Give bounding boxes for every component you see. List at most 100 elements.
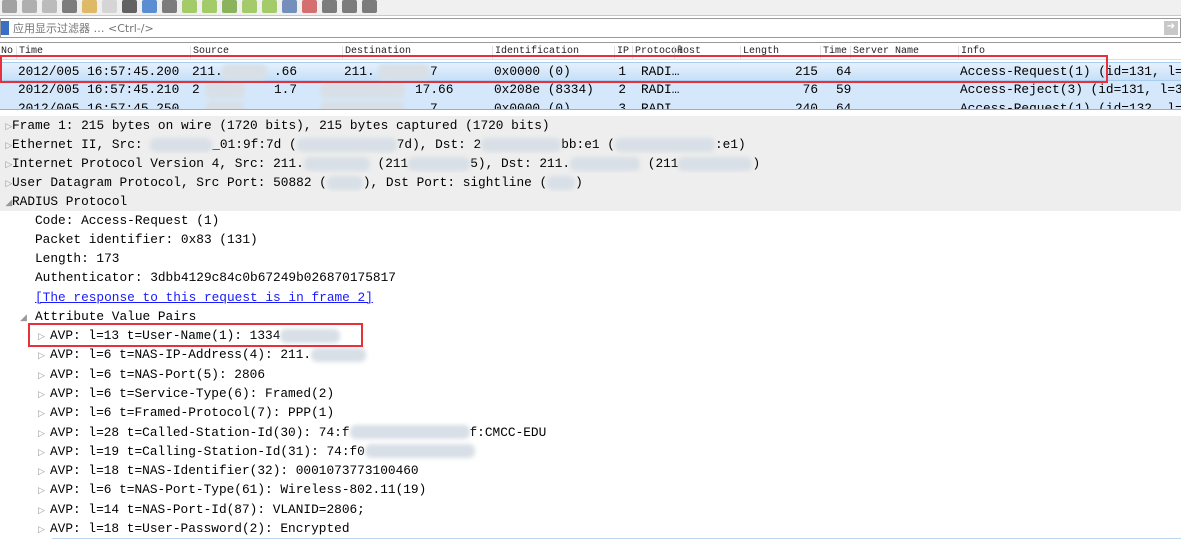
tree-label: ): [752, 156, 761, 171]
reload-icon[interactable]: [122, 0, 137, 13]
column-header-time[interactable]: Time: [16, 46, 43, 60]
redacted-mask: [364, 444, 475, 459]
zoom-in-icon[interactable]: [302, 0, 317, 13]
expand-icon[interactable]: ▷: [38, 521, 50, 540]
packet-row[interactable]: 2012/005 16:57:45.250 0x0000 (0) 3 RADI… 240…: [0, 100, 1181, 110]
tree-item-ethernet[interactable]: ▷Ethernet II, Src: _01:9f:7d (7d), Dst: …: [0, 135, 1181, 154]
response-frame-link[interactable]: [The response to this request is in fram…: [35, 288, 373, 307]
avp-item[interactable]: ▷ AVP: l=19 t=Calling-Station-Id(31): 74:…: [38, 442, 475, 461]
zoom-out-icon[interactable]: [322, 0, 337, 13]
packet-row[interactable]: 2012/005 16:57:45.210 2 0x208e (8334) 2 RADI…: [0, 81, 1181, 100]
tree-item-frame[interactable]: ▷Frame 1: 215 bytes on wire (1720 bits),…: [0, 116, 1181, 135]
tree-label: AVP: l=6 t=NAS-Port-Type(61): Wireless-8…: [50, 482, 427, 498]
tree-label: AVP: l=6 t=Framed-Protocol(7): PPP(1): [50, 405, 335, 421]
column-header-host[interactable]: Host: [674, 46, 701, 60]
expand-icon[interactable]: ▷: [38, 444, 50, 463]
packet-source: 2: [192, 82, 200, 97]
last-icon[interactable]: [242, 0, 257, 13]
packet-time: 2012/005 16:57:45.210: [18, 82, 180, 97]
display-filter-input[interactable]: [13, 21, 1113, 35]
apply-filter-arrow-icon[interactable]: ➜: [1164, 21, 1178, 35]
radius-code[interactable]: Code: Access-Request (1): [35, 211, 219, 230]
column-header-no[interactable]: No: [0, 46, 13, 60]
avp-item[interactable]: ▷ AVP: l=6 t=NAS-Port-Type(61): Wireless-…: [38, 480, 426, 499]
column-header-ip[interactable]: IP: [614, 46, 629, 60]
avp-item[interactable]: ▷ AVP: l=18 t=NAS-Identifier(32): 0001073…: [38, 461, 419, 480]
expand-icon[interactable]: ▷: [38, 405, 50, 424]
goto-icon[interactable]: [202, 0, 217, 13]
column-header-length[interactable]: Length: [740, 46, 779, 60]
packet-info: Access-Request(1) (id=131, l=: [960, 64, 1181, 79]
expand-icon[interactable]: ▷: [38, 386, 50, 405]
tree-item-avp-pairs[interactable]: ◢ Attribute Value Pairs: [20, 307, 196, 326]
column-header-identification[interactable]: Identification: [492, 46, 579, 60]
avp-item[interactable]: ▷ AVP: l=14 t=NAS-Port-Id(87): VLANID=280…: [38, 500, 365, 519]
radius-length[interactable]: Length: 173: [35, 249, 119, 268]
tree-label: _01:9f:7d (: [212, 137, 297, 152]
packet-list: No Time Source Destination Identificatio…: [0, 42, 1181, 110]
tree-item-ipv4[interactable]: ▷Internet Protocol Version 4, Src: 211. …: [0, 154, 1181, 173]
collapse-icon[interactable]: ◢: [20, 309, 32, 328]
radius-authenticator[interactable]: Authenticator: 3dbb4129c84c0b67249b02687…: [35, 268, 396, 287]
column-header-info[interactable]: Info: [958, 46, 985, 60]
column-header-server-name[interactable]: Server Name: [850, 46, 919, 60]
packet-source-tail: .66: [274, 64, 298, 79]
display-filter-bar: ➜: [0, 18, 1181, 38]
resize-columns-icon[interactable]: [362, 0, 377, 13]
save-icon[interactable]: [82, 0, 97, 13]
redacted-mask: [320, 101, 405, 109]
avp-item[interactable]: ▷ AVP: l=6 t=Framed-Protocol(7): PPP(1): [38, 403, 334, 422]
tree-label: AVP: l=18 t=NAS-Identifier(32): 00010737…: [50, 463, 419, 479]
avp-item[interactable]: ▷ AVP: l=6 t=NAS-Port(5): 2806: [38, 365, 265, 384]
redacted-mask: [326, 175, 363, 190]
packet-time: 2012/005 16:57:45.250: [18, 101, 180, 110]
tree-label: AVP: l=6 t=NAS-IP-Address(4): 211.: [50, 347, 312, 363]
redacted-mask: [678, 156, 753, 171]
redacted-mask: [547, 175, 576, 190]
expand-icon[interactable]: ▷: [38, 328, 50, 347]
back-icon[interactable]: [162, 0, 177, 13]
redacted-mask: [408, 156, 471, 171]
column-header-source[interactable]: Source: [190, 46, 229, 60]
options-icon[interactable]: [42, 0, 57, 13]
radius-packet-identifier[interactable]: Packet identifier: 0x83 (131): [35, 230, 258, 249]
bookmark-icon[interactable]: [1, 21, 9, 35]
redacted-mask: [280, 328, 341, 343]
open-icon[interactable]: [62, 0, 77, 13]
redacted-mask: [205, 82, 245, 98]
column-header-time-ttl[interactable]: Time: [820, 46, 847, 60]
expand-icon[interactable]: ▷: [38, 347, 50, 366]
expand-icon[interactable]: ▷: [38, 502, 50, 521]
stop-icon[interactable]: [2, 0, 17, 13]
packet-ip: 2: [618, 82, 626, 97]
packet-length: 240: [794, 101, 818, 110]
avp-item[interactable]: ▷ AVP: l=6 t=NAS-IP-Address(4): 211.: [38, 345, 367, 366]
zoom-normal-icon[interactable]: [342, 0, 357, 13]
packet-row[interactable]: 2012/005 16:57:45.200 211. 211. 0x0000 (0) 1…: [0, 62, 1181, 81]
tree-label: ), Dst Port: sightline (: [362, 175, 548, 190]
collapse-icon[interactable]: ◢: [0, 194, 12, 213]
tree-item-udp[interactable]: ▷User Datagram Protocol, Src Port: 50882…: [0, 173, 1181, 192]
avp-item[interactable]: ▷ AVP: l=28 t=Called-Station-Id(30): 74:f…: [38, 423, 546, 442]
packet-list-header: No Time Source Destination Identificatio…: [0, 43, 1181, 60]
avp-item[interactable]: ▷ AVP: l=13 t=User-Name(1): 1334: [38, 326, 341, 347]
tree-label: ): [575, 175, 583, 190]
avp-item[interactable]: ▷ AVP: l=6 t=Service-Type(6): Framed(2): [38, 384, 334, 403]
expand-icon[interactable]: ▷: [38, 482, 50, 501]
find-icon[interactable]: [142, 0, 157, 13]
forward-icon[interactable]: [182, 0, 197, 13]
expand-icon[interactable]: ▷: [38, 463, 50, 482]
packet-destination-tail: 7: [430, 101, 438, 110]
packet-length: 76: [802, 82, 818, 97]
first-icon[interactable]: [222, 0, 237, 13]
autoscroll-icon[interactable]: [262, 0, 277, 13]
tree-item-radius[interactable]: ◢RADIUS Protocol: [0, 192, 1181, 211]
avp-item[interactable]: ▷ AVP: l=18 t=User-Password(2): Encrypted: [38, 519, 350, 538]
expand-icon[interactable]: ▷: [38, 367, 50, 386]
restart-icon[interactable]: [22, 0, 37, 13]
packet-destination: 211.: [344, 64, 375, 79]
colorize-icon[interactable]: [282, 0, 297, 13]
close-file-icon[interactable]: [102, 0, 117, 13]
column-header-destination[interactable]: Destination: [342, 46, 411, 60]
expand-icon[interactable]: ▷: [38, 425, 50, 444]
